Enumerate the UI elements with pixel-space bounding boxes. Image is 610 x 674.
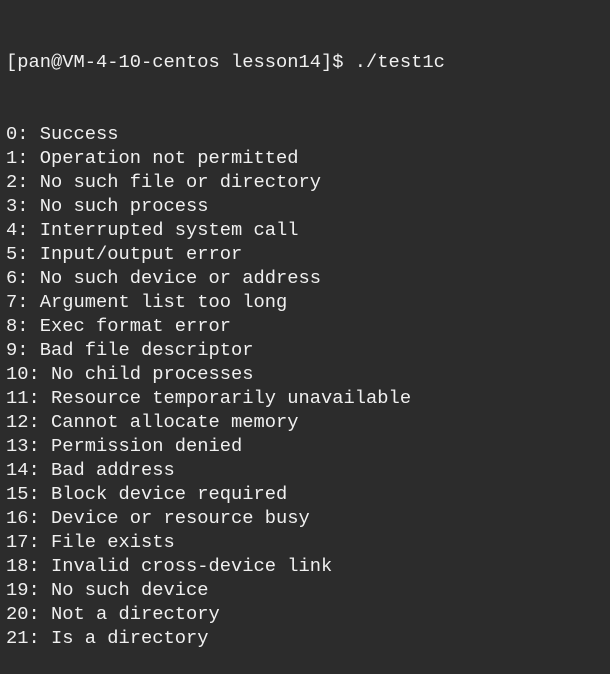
output-line: 9: Bad file descriptor	[6, 339, 254, 361]
output-line: 11: Resource temporarily unavailable	[6, 387, 412, 409]
output-line: 13: Permission denied	[6, 435, 243, 457]
output-line: 6: No such device or address	[6, 267, 322, 289]
output-line: 2: No such file or directory	[6, 171, 322, 193]
output-line: 7: Argument list too long	[6, 291, 288, 313]
output-line: 5: Input/output error	[6, 243, 243, 265]
output-line: 21: Is a directory	[6, 627, 209, 649]
output-line: 10: No child processes	[6, 363, 254, 385]
output-line: 18: Invalid cross-device link	[6, 555, 333, 577]
terminal-output[interactable]: [pan@VM-4-10-centos lesson14]$ ./test1c …	[6, 2, 610, 674]
output-line: 12: Cannot allocate memory	[6, 411, 299, 433]
command-prompt: [pan@VM-4-10-centos lesson14]$ ./test1c	[6, 51, 445, 73]
output-line: 8: Exec format error	[6, 315, 232, 337]
output-line: 17: File exists	[6, 531, 175, 553]
output-line: 1: Operation not permitted	[6, 147, 299, 169]
output-line: 19: No such device	[6, 579, 209, 601]
output-line: 20: Not a directory	[6, 603, 220, 625]
output-line: 14: Bad address	[6, 459, 175, 481]
output-line: 3: No such process	[6, 195, 209, 217]
output-line: 0: Success	[6, 123, 119, 145]
output-line: 4: Interrupted system call	[6, 219, 299, 241]
output-line: 16: Device or resource busy	[6, 507, 310, 529]
output-line: 15: Block device required	[6, 483, 288, 505]
